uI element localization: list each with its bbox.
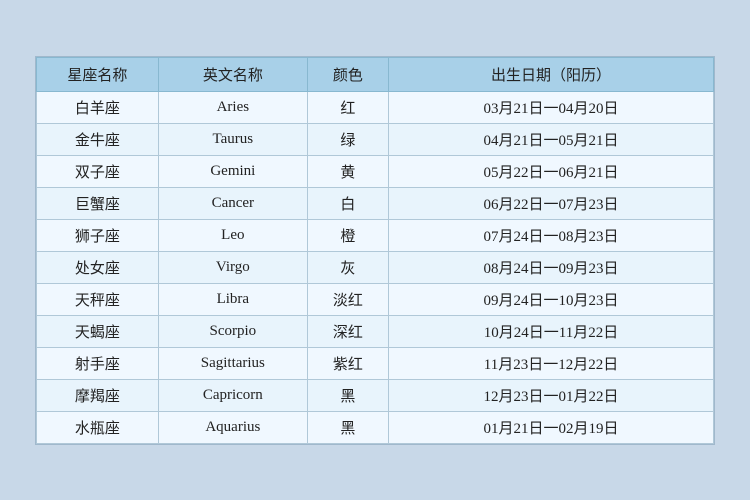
cell-color: 紫红 <box>307 347 388 379</box>
cell-color: 绿 <box>307 123 388 155</box>
cell-color: 红 <box>307 91 388 123</box>
table-row: 双子座Gemini黄05月22日一06月21日 <box>37 155 714 187</box>
cell-chinese-name: 处女座 <box>37 251 159 283</box>
cell-english-name: Cancer <box>158 187 307 219</box>
table-row: 天蝎座Scorpio深红10月24日一11月22日 <box>37 315 714 347</box>
cell-date: 06月22日一07月23日 <box>389 187 714 219</box>
cell-english-name: Taurus <box>158 123 307 155</box>
cell-english-name: Virgo <box>158 251 307 283</box>
cell-chinese-name: 摩羯座 <box>37 379 159 411</box>
zodiac-table: 星座名称 英文名称 颜色 出生日期（阳历） 白羊座Aries红03月21日一04… <box>36 57 714 444</box>
cell-date: 05月22日一06月21日 <box>389 155 714 187</box>
cell-date: 07月24日一08月23日 <box>389 219 714 251</box>
cell-date: 01月21日一02月19日 <box>389 411 714 443</box>
cell-chinese-name: 天秤座 <box>37 283 159 315</box>
cell-color: 深红 <box>307 315 388 347</box>
cell-english-name: Capricorn <box>158 379 307 411</box>
cell-chinese-name: 射手座 <box>37 347 159 379</box>
cell-english-name: Scorpio <box>158 315 307 347</box>
cell-english-name: Sagittarius <box>158 347 307 379</box>
table-row: 摩羯座Capricorn黑12月23日一01月22日 <box>37 379 714 411</box>
cell-date: 12月23日一01月22日 <box>389 379 714 411</box>
cell-color: 黑 <box>307 411 388 443</box>
cell-date: 08月24日一09月23日 <box>389 251 714 283</box>
cell-chinese-name: 天蝎座 <box>37 315 159 347</box>
cell-color: 黄 <box>307 155 388 187</box>
cell-chinese-name: 巨蟹座 <box>37 187 159 219</box>
table-row: 金牛座Taurus绿04月21日一05月21日 <box>37 123 714 155</box>
zodiac-table-container: 星座名称 英文名称 颜色 出生日期（阳历） 白羊座Aries红03月21日一04… <box>35 56 715 445</box>
header-chinese-name: 星座名称 <box>37 57 159 91</box>
cell-color: 灰 <box>307 251 388 283</box>
cell-english-name: Aquarius <box>158 411 307 443</box>
table-row: 处女座Virgo灰08月24日一09月23日 <box>37 251 714 283</box>
header-color: 颜色 <box>307 57 388 91</box>
header-date: 出生日期（阳历） <box>389 57 714 91</box>
cell-color: 白 <box>307 187 388 219</box>
header-english-name: 英文名称 <box>158 57 307 91</box>
cell-chinese-name: 白羊座 <box>37 91 159 123</box>
table-row: 天秤座Libra淡红09月24日一10月23日 <box>37 283 714 315</box>
table-row: 白羊座Aries红03月21日一04月20日 <box>37 91 714 123</box>
cell-date: 04月21日一05月21日 <box>389 123 714 155</box>
table-body: 白羊座Aries红03月21日一04月20日金牛座Taurus绿04月21日一0… <box>37 91 714 443</box>
table-header-row: 星座名称 英文名称 颜色 出生日期（阳历） <box>37 57 714 91</box>
cell-chinese-name: 金牛座 <box>37 123 159 155</box>
cell-english-name: Aries <box>158 91 307 123</box>
cell-english-name: Libra <box>158 283 307 315</box>
table-row: 水瓶座Aquarius黑01月21日一02月19日 <box>37 411 714 443</box>
cell-color: 橙 <box>307 219 388 251</box>
cell-date: 09月24日一10月23日 <box>389 283 714 315</box>
cell-color: 淡红 <box>307 283 388 315</box>
cell-color: 黑 <box>307 379 388 411</box>
table-row: 巨蟹座Cancer白06月22日一07月23日 <box>37 187 714 219</box>
table-row: 射手座Sagittarius紫红11月23日一12月22日 <box>37 347 714 379</box>
cell-date: 03月21日一04月20日 <box>389 91 714 123</box>
cell-english-name: Gemini <box>158 155 307 187</box>
cell-chinese-name: 狮子座 <box>37 219 159 251</box>
cell-date: 11月23日一12月22日 <box>389 347 714 379</box>
table-row: 狮子座Leo橙07月24日一08月23日 <box>37 219 714 251</box>
cell-date: 10月24日一11月22日 <box>389 315 714 347</box>
cell-english-name: Leo <box>158 219 307 251</box>
cell-chinese-name: 双子座 <box>37 155 159 187</box>
cell-chinese-name: 水瓶座 <box>37 411 159 443</box>
